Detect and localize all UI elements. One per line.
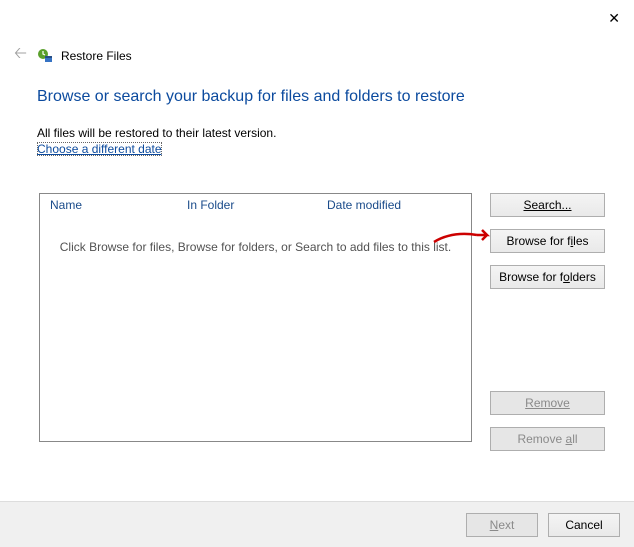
titlebar: 🡠 Restore Files: [12, 40, 132, 71]
footer: Next Cancel: [0, 501, 634, 547]
back-arrow-icon[interactable]: 🡠: [12, 40, 29, 71]
next-button: Next: [466, 513, 538, 537]
col-name[interactable]: Name: [40, 198, 177, 212]
choose-date-link[interactable]: Choose a different date: [37, 142, 162, 156]
remove-button: Remove: [490, 391, 605, 415]
col-in-folder[interactable]: In Folder: [177, 198, 317, 212]
file-list: Name In Folder Date modified Click Brows…: [39, 193, 472, 442]
restore-files-icon: [37, 48, 53, 64]
close-icon[interactable]: ✕: [608, 10, 620, 27]
search-button[interactable]: Search...: [490, 193, 605, 217]
col-date-modified[interactable]: Date modified: [317, 198, 467, 212]
browse-files-button[interactable]: Browse for files: [490, 229, 605, 253]
cancel-button[interactable]: Cancel: [548, 513, 620, 537]
column-headers: Name In Folder Date modified: [40, 194, 471, 216]
browse-folders-button[interactable]: Browse for folders: [490, 265, 605, 289]
window-title: Restore Files: [61, 49, 132, 63]
remove-all-button: Remove all: [490, 427, 605, 451]
page-heading: Browse or search your backup for files a…: [37, 88, 465, 106]
subtext: All files will be restored to their late…: [37, 126, 276, 140]
side-buttons: Search... Browse for files Browse for fo…: [490, 193, 605, 451]
empty-list-message: Click Browse for files, Browse for folde…: [40, 240, 471, 254]
